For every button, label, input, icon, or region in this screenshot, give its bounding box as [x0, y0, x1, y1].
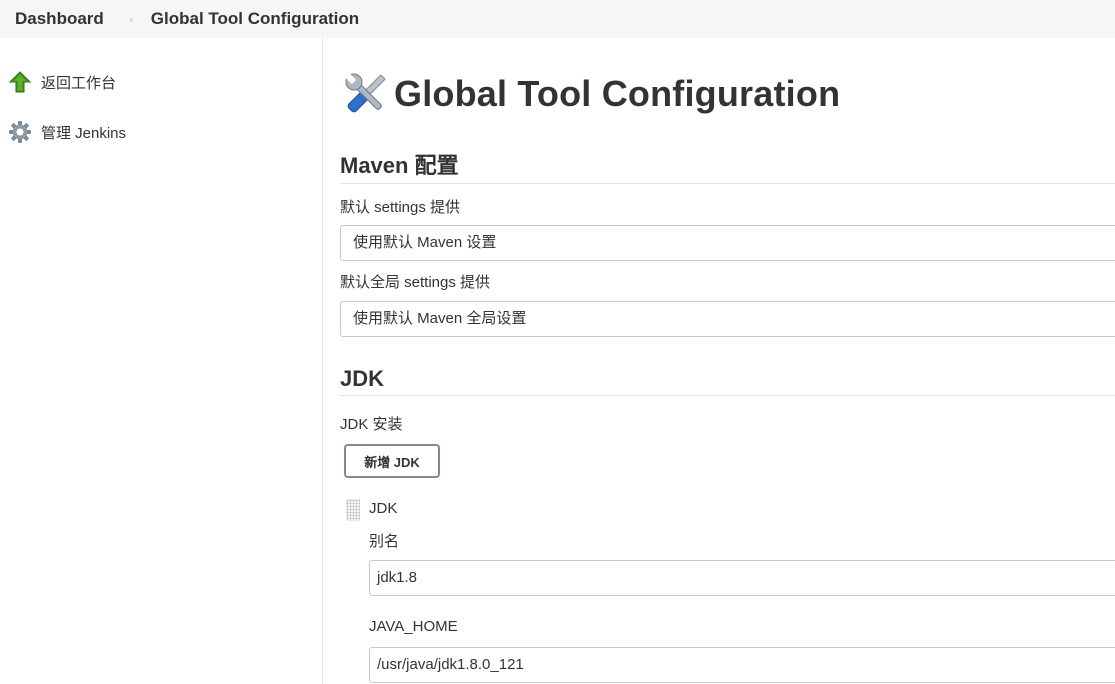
jdk-install-label: JDK 安装 — [340, 416, 403, 433]
gear-icon — [8, 120, 32, 144]
maven-global-settings-label: 默认全局 settings 提供 — [340, 274, 491, 291]
breadcrumb-chevron-icon: › — [129, 14, 133, 24]
jdk-alias-input[interactable]: jdk1.8 — [369, 560, 1115, 596]
jdk-item-title: JDK — [369, 500, 398, 517]
sidebar-item-manage-jenkins[interactable]: 管理 Jenkins — [8, 120, 126, 144]
maven-settings-label: 默认 settings 提供 — [340, 199, 461, 216]
maven-settings-select[interactable]: 使用默认 Maven 设置 — [340, 225, 1115, 261]
add-jdk-button[interactable]: 新增 JDK — [344, 444, 440, 478]
sidebar-item-label: 管理 Jenkins — [41, 124, 127, 142]
maven-global-settings-select[interactable]: 使用默认 Maven 全局设置 — [340, 301, 1115, 337]
sidebar-item-back-to-dashboard[interactable]: 返回工作台 — [8, 70, 116, 94]
java-home-input[interactable]: /usr/java/jdk1.8.0_121 — [369, 647, 1115, 683]
sidebar: 返回工作台 管理 Jenkins — [0, 38, 323, 684]
page-title: Global Tool Configuration — [394, 73, 841, 114]
up-arrow-icon — [8, 70, 32, 94]
breadcrumb-global-tool-configuration[interactable]: Global Tool Configuration — [151, 9, 359, 29]
main-content: Global Tool Configuration Maven 配置 默认 se… — [340, 38, 1115, 684]
sidebar-item-label: 返回工作台 — [41, 74, 117, 92]
java-home-label: JAVA_HOME — [369, 618, 458, 635]
breadcrumb: Dashboard › Global Tool Configuration — [0, 0, 1115, 38]
jdk-alias-label: 别名 — [369, 533, 400, 550]
drag-handle-icon[interactable] — [346, 499, 360, 521]
jdk-section-title: JDK — [340, 366, 1115, 396]
maven-section-title: Maven 配置 — [340, 148, 1115, 184]
breadcrumb-dashboard[interactable]: Dashboard — [15, 9, 104, 29]
tools-icon — [340, 68, 392, 120]
page-header: Global Tool Configuration — [340, 68, 840, 120]
